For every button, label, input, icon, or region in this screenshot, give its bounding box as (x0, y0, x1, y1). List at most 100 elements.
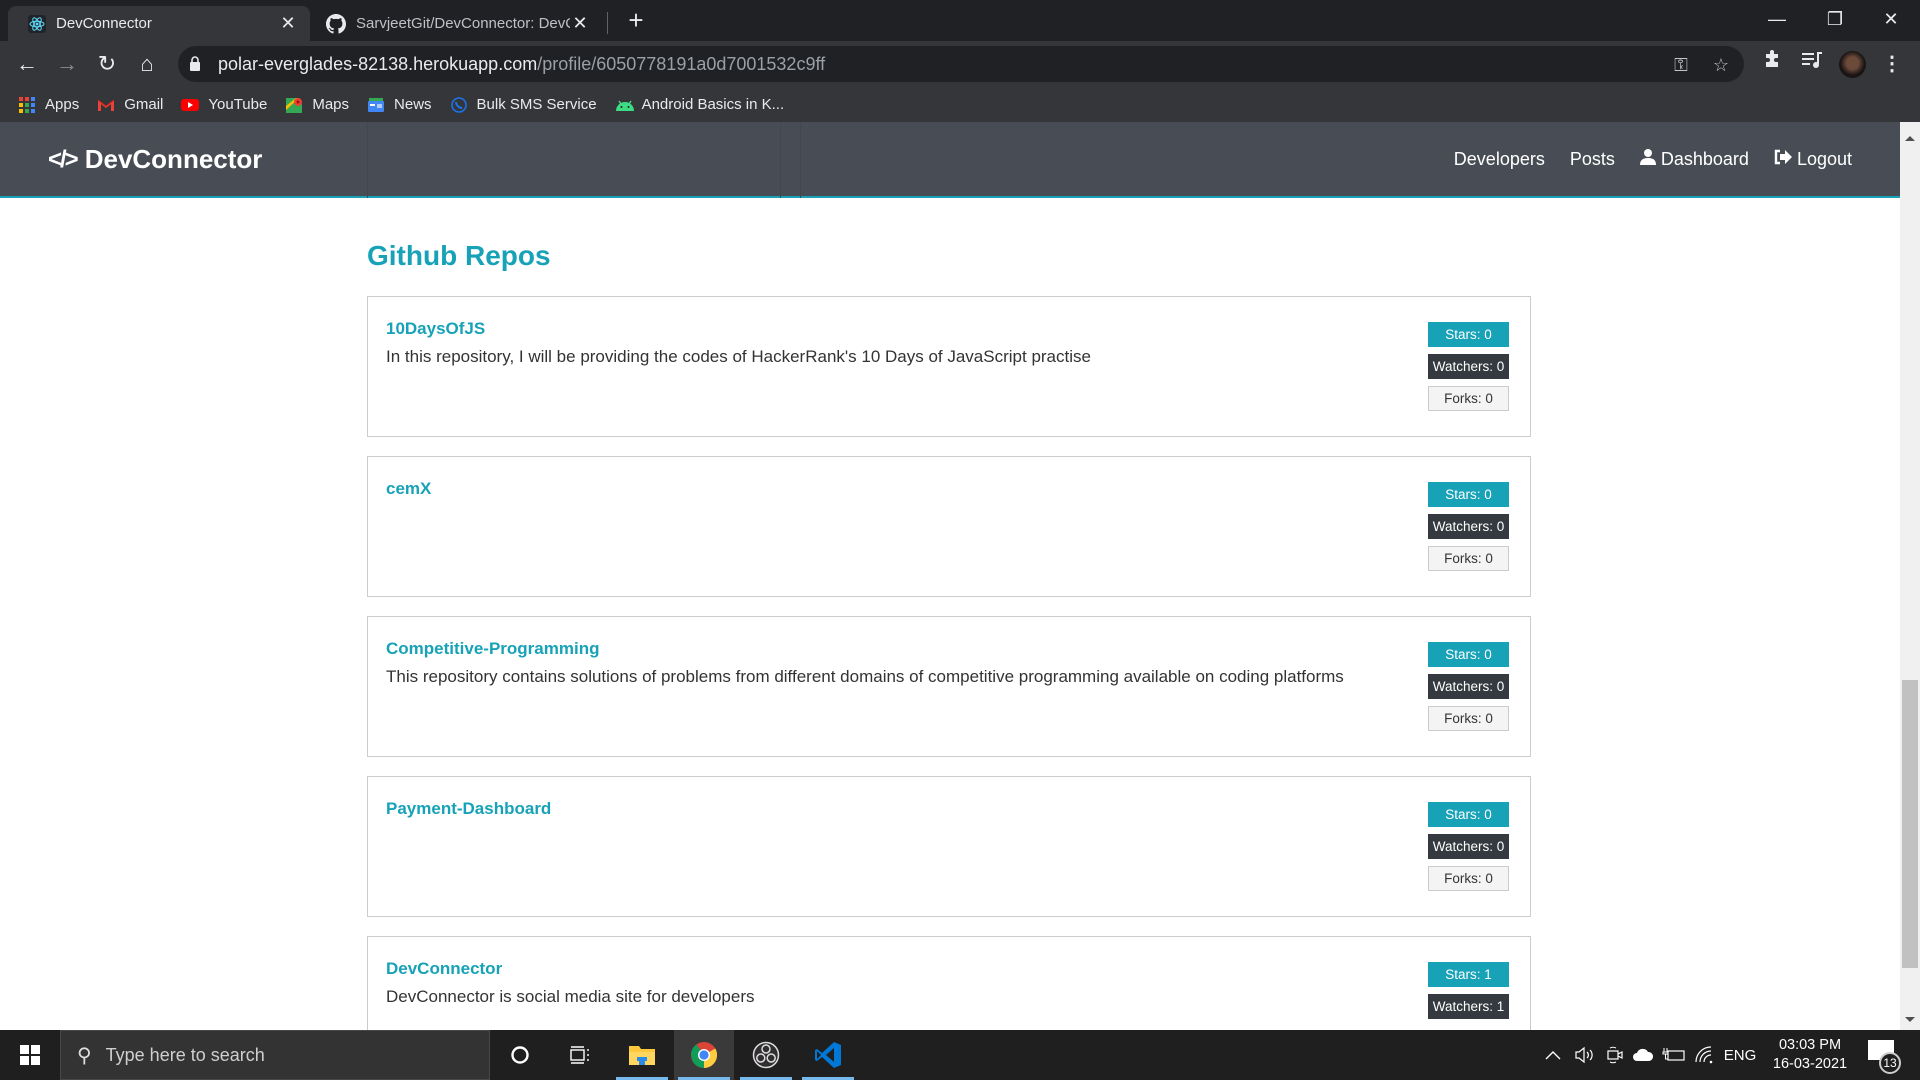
brand-logo-link[interactable]: </> DevConnector (48, 144, 262, 175)
tab-devconnector[interactable]: DevConnector ✕ (8, 6, 310, 41)
chevron-up-icon (1545, 1051, 1561, 1060)
home-button[interactable]: ⌂ (132, 49, 162, 79)
search-placeholder: Type here to search (105, 1044, 265, 1065)
tab-github-repo[interactable]: SarvjeetGit/DevConnector: DevConnector i… (316, 6, 598, 41)
repo-card: DevConnector DevConnector is social medi… (367, 936, 1531, 1030)
taskbar-search-input[interactable]: ⚲ Type here to search (60, 1030, 490, 1080)
page-viewport: </> DevConnector Developers Posts Dashbo… (0, 122, 1900, 1030)
forward-button[interactable]: → (52, 49, 82, 79)
close-window-button[interactable]: ✕ (1862, 0, 1920, 40)
close-tab-icon[interactable]: ✕ (278, 13, 298, 34)
reload-button[interactable]: ↻ (92, 49, 122, 79)
forks-badge: Forks: 0 (1428, 386, 1509, 411)
minimize-button[interactable]: — (1748, 0, 1806, 40)
stars-badge: Stars: 0 (1428, 642, 1509, 667)
search-icon: ⚲ (77, 1044, 92, 1067)
scroll-down-arrow-icon[interactable] (1905, 1017, 1915, 1022)
onedrive-cloud-icon[interactable] (1628, 1030, 1658, 1080)
notification-count-badge: 13 (1879, 1052, 1901, 1074)
close-tab-icon[interactable]: ✕ (570, 13, 590, 34)
volume-icon[interactable] (1570, 1030, 1600, 1080)
restore-button[interactable]: ❐ (1806, 0, 1864, 40)
obs-taskbar-icon[interactable] (736, 1030, 796, 1080)
bookmark-bulk-sms[interactable]: Bulk SMS Service (450, 96, 597, 114)
new-tab-button[interactable]: + (622, 6, 650, 34)
bookmark-youtube[interactable]: YouTube (181, 96, 267, 114)
nav-logout-link[interactable]: Logout (1774, 149, 1852, 170)
stars-badge: Stars: 1 (1428, 962, 1509, 987)
tab-title: SarvjeetGit/DevConnector: DevConnector i… (356, 15, 570, 32)
repo-name-link[interactable]: Payment-Dashboard (386, 799, 551, 819)
key-icon[interactable]: ⚿ (1670, 54, 1692, 76)
clock-time: 03:03 PM (1778, 1037, 1842, 1053)
bookmark-gmail[interactable]: Gmail (97, 96, 163, 114)
watchers-badge: Watchers: 0 (1428, 514, 1509, 539)
extensions-puzzle-icon[interactable] (1758, 50, 1786, 78)
bookmark-label: Maps (312, 96, 350, 113)
bookmark-android-basics[interactable]: Android Basics in K... (615, 96, 784, 114)
taskbar-clock[interactable]: 03:03 PM 16-03-2021 (1760, 1036, 1860, 1074)
lock-icon (190, 56, 200, 71)
address-bar[interactable]: polar-everglades-82138.herokuapp.com/pro… (178, 46, 1744, 82)
url-text: polar-everglades-82138.herokuapp.com/pro… (218, 54, 825, 75)
chrome-taskbar-icon[interactable] (674, 1030, 734, 1080)
media-control-icon[interactable] (1798, 50, 1826, 78)
nav-developers-link[interactable]: Developers (1454, 149, 1545, 170)
repo-card: Competitive-Programming This repository … (367, 616, 1531, 757)
bookmark-maps[interactable]: Maps (285, 96, 349, 114)
bookmark-label: Bulk SMS Service (476, 96, 597, 113)
back-button[interactable]: ← (12, 49, 42, 79)
bulk-sms-icon (450, 96, 468, 114)
repo-name-link[interactable]: Competitive-Programming (386, 639, 599, 659)
repo-description: DevConnector is social media site for de… (386, 987, 755, 1006)
cortana-button[interactable] (490, 1030, 550, 1080)
code-icon: </> (48, 145, 79, 173)
profile-avatar[interactable] (1839, 51, 1866, 78)
watchers-badge: Watchers: 1 (1428, 994, 1509, 1019)
windows-logo-icon (20, 1045, 40, 1065)
vscode-taskbar-icon[interactable] (798, 1030, 858, 1080)
show-hidden-icons-button[interactable] (1538, 1030, 1568, 1080)
bookmark-label: Apps (45, 96, 80, 113)
meet-now-icon[interactable] (1600, 1030, 1630, 1080)
repo-name-link[interactable]: DevConnector (386, 959, 502, 979)
battery-charging-icon[interactable] (1658, 1030, 1690, 1080)
browser-tab-strip: DevConnector ✕ SarvjeetGit/DevConnector:… (0, 0, 1920, 41)
stars-badge: Stars: 0 (1428, 322, 1509, 347)
watchers-badge: Watchers: 0 (1428, 354, 1509, 379)
stars-badge: Stars: 0 (1428, 802, 1509, 827)
repo-card: cemX Stars: 0 Watchers: 0 Forks: 0 (367, 456, 1531, 597)
navbar-divider (367, 122, 368, 198)
navbar-divider (800, 122, 801, 198)
bookmark-label: Gmail (124, 96, 164, 113)
nav-posts-link[interactable]: Posts (1570, 149, 1615, 170)
watchers-badge: Watchers: 0 (1428, 834, 1509, 859)
scroll-up-arrow-icon[interactable] (1905, 136, 1915, 141)
input-language-indicator[interactable]: ENG (1720, 1030, 1760, 1080)
repo-name-link[interactable]: cemX (386, 479, 431, 499)
bookmarks-bar: Apps Gmail YouTube Maps News Bulk SMS Se… (0, 87, 1920, 122)
task-view-button[interactable] (550, 1030, 610, 1080)
github-repos-heading: Github Repos (367, 240, 551, 271)
page-scrollbar[interactable] (1900, 122, 1920, 1030)
react-icon (28, 14, 46, 33)
bookmark-news[interactable]: News (367, 96, 432, 114)
navbar-divider (780, 122, 781, 198)
nav-dashboard-link[interactable]: Dashboard (1639, 148, 1749, 170)
repo-description: This repository contains solutions of pr… (386, 667, 1344, 686)
bookmark-apps[interactable]: Apps (18, 96, 79, 114)
file-explorer-taskbar-icon[interactable] (612, 1030, 672, 1080)
stars-badge: Stars: 0 (1428, 482, 1509, 507)
url-path: /profile/6050778191a0d7001532c9ff (537, 54, 826, 74)
nav-label: Logout (1796, 148, 1852, 169)
wifi-icon[interactable] (1690, 1030, 1720, 1080)
app-navbar: </> DevConnector Developers Posts Dashbo… (0, 122, 1900, 198)
repo-name-link[interactable]: 10DaysOfJS (386, 319, 485, 339)
scrollbar-thumb[interactable] (1902, 680, 1918, 968)
nav-label: Dashboard (1660, 148, 1749, 169)
user-icon (1639, 148, 1656, 170)
task-view-icon (570, 1046, 589, 1064)
star-bookmark-icon[interactable]: ☆ (1710, 54, 1732, 76)
start-button[interactable] (0, 1030, 60, 1080)
chrome-menu-icon[interactable]: ⋮ (1878, 50, 1906, 78)
